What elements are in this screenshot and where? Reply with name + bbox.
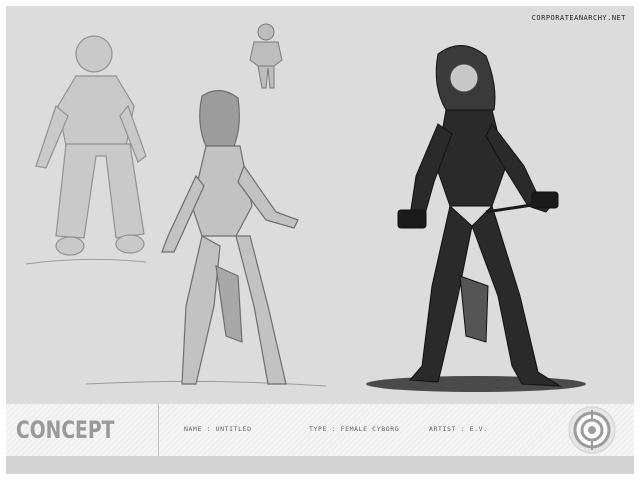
back-view-figure-sketch [161,89,299,385]
info-footer: CONCEPT NAME : UNTITLED TYPE : FEMALE CY… [6,404,634,456]
name-label: NAME : UNTITLED [184,425,252,433]
small-figure-sketch [249,23,283,89]
concept-title: CONCEPT [16,416,115,444]
type-label: TYPE : FEMALE CYBORG [309,425,400,433]
armored-figure-sketch [35,35,147,256]
crosshair-target-icon [562,404,622,456]
site-url[interactable]: CORPORATEANARCHY.NET [532,14,626,22]
footer-divider [158,404,159,456]
character-sketches [25,23,586,392]
cyborg-figure-render [397,45,562,387]
concept-artwork: CORPORATEANARCHY.NET [6,6,634,404]
artist-label: ARTIST : E.V. [429,425,488,433]
concept-sheet: CORPORATEANARCHY.NET CONCEPT NAME : UNTI… [0,0,640,480]
bottom-strip [6,456,634,474]
